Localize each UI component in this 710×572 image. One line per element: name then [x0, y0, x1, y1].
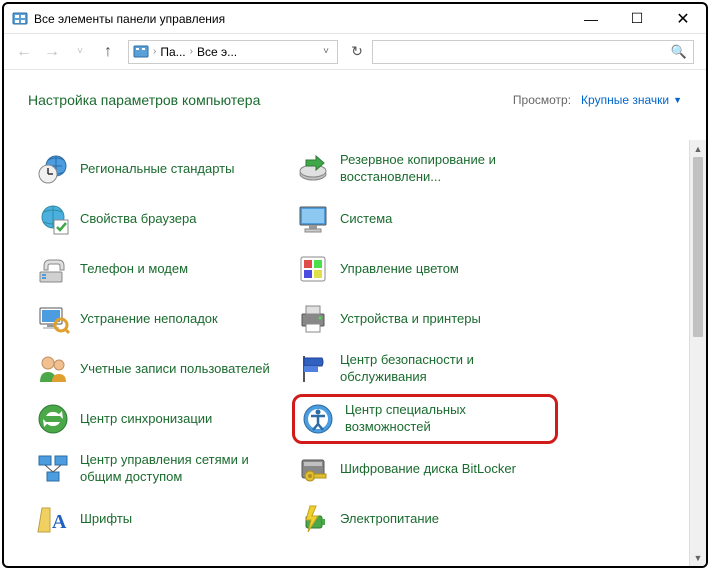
- chevron-right-icon: ›: [151, 46, 158, 57]
- users-icon: [36, 352, 70, 386]
- flag-icon: [296, 352, 330, 386]
- chevron-down-icon: ▼: [673, 95, 682, 105]
- item-label: Система: [340, 211, 392, 228]
- scroll-down-button[interactable]: ▼: [690, 549, 706, 566]
- item-security-maintenance[interactable]: Центр безопасности и обслуживания: [292, 344, 552, 394]
- item-label: Свойства браузера: [80, 211, 196, 228]
- maximize-button[interactable]: ☐: [614, 4, 660, 33]
- breadcrumb-1[interactable]: Па...: [158, 45, 187, 59]
- item-system[interactable]: Система: [292, 194, 552, 244]
- item-label: Центр управления сетями и общим доступом: [80, 452, 280, 486]
- back-button[interactable]: ←: [10, 38, 38, 66]
- up-button[interactable]: ↑: [94, 38, 122, 66]
- item-label: Учетные записи пользователей: [80, 361, 270, 378]
- item-label: Региональные стандарты: [80, 161, 234, 178]
- troubleshoot-icon: [36, 302, 70, 336]
- item-phone-modem[interactable]: Телефон и модем: [32, 244, 292, 294]
- item-ease-of-access[interactable]: Центр специальных возможностей: [292, 394, 558, 444]
- clock-globe-icon: [36, 152, 70, 186]
- item-bitlocker[interactable]: Шифрование диска BitLocker: [292, 444, 552, 494]
- window-title: Все элементы панели управления: [34, 12, 568, 26]
- item-internet-options[interactable]: Свойства браузера: [32, 194, 292, 244]
- item-devices-printers[interactable]: Устройства и принтеры: [292, 294, 552, 344]
- ease-access-icon: [301, 402, 335, 436]
- bitlocker-icon: [296, 452, 330, 486]
- item-network-sharing[interactable]: Центр управления сетями и общим доступом: [32, 444, 292, 494]
- item-user-accounts[interactable]: Учетные записи пользователей: [32, 344, 292, 394]
- view-value: Крупные значки: [581, 93, 669, 107]
- monitor-icon: [296, 202, 330, 236]
- recent-button[interactable]: ˅: [66, 38, 94, 66]
- item-color-management[interactable]: Управление цветом: [292, 244, 552, 294]
- minimize-button[interactable]: —: [568, 4, 614, 33]
- item-label: Телефон и модем: [80, 261, 188, 278]
- globe-check-icon: [36, 202, 70, 236]
- scroll-track[interactable]: [690, 337, 706, 549]
- fonts-icon: A: [36, 502, 70, 536]
- navbar: ← → ˅ ↑ › Па... › Все э... ˅ ↻ 🔍: [4, 34, 706, 70]
- search-box[interactable]: 🔍: [372, 40, 694, 64]
- view-label: Просмотр:: [513, 93, 571, 107]
- scroll-thumb[interactable]: [693, 157, 703, 337]
- item-power-options[interactable]: Электропитание: [292, 494, 552, 544]
- titlebar: Все элементы панели управления — ☐ ✕: [4, 4, 706, 34]
- refresh-button[interactable]: ↻: [344, 40, 370, 64]
- item-label: Устранение неполадок: [80, 311, 218, 328]
- address-dropdown-icon[interactable]: ˅: [319, 46, 333, 57]
- close-button[interactable]: ✕: [660, 4, 706, 33]
- power-icon: [296, 502, 330, 536]
- item-label: Центр безопасности и обслуживания: [340, 352, 540, 386]
- item-label: Центр специальных возможностей: [345, 402, 545, 436]
- printer-icon: [296, 302, 330, 336]
- phone-modem-icon: [36, 252, 70, 286]
- vertical-scrollbar[interactable]: ▲ ▼: [689, 140, 706, 566]
- item-backup-restore[interactable]: Резервное копирование и восстановлени...: [292, 144, 552, 194]
- address-bar[interactable]: › Па... › Все э... ˅: [128, 40, 338, 64]
- item-label: Резервное копирование и восстановлени...: [340, 152, 540, 186]
- item-label: Устройства и принтеры: [340, 311, 481, 328]
- search-input[interactable]: [379, 45, 671, 59]
- view-selector[interactable]: Крупные значки ▼: [581, 93, 682, 107]
- search-icon: 🔍: [671, 44, 687, 60]
- item-regional-settings[interactable]: Региональные стандарты: [32, 144, 292, 194]
- item-label: Центр синхронизации: [80, 411, 212, 428]
- address-icon: [133, 44, 149, 60]
- item-label: Шифрование диска BitLocker: [340, 461, 516, 478]
- backup-icon: [296, 152, 330, 186]
- chevron-right-icon: ›: [188, 46, 195, 57]
- item-fonts[interactable]: A Шрифты: [32, 494, 292, 544]
- forward-button[interactable]: →: [38, 38, 66, 66]
- svg-text:A: A: [52, 511, 67, 533]
- network-icon: [36, 452, 70, 486]
- control-panel-icon: [12, 11, 28, 27]
- scroll-up-button[interactable]: ▲: [690, 140, 706, 157]
- items-grid: Региональные стандарты Резервное копиров…: [4, 140, 689, 566]
- item-sync-center[interactable]: Центр синхронизации: [32, 394, 292, 444]
- item-troubleshooting[interactable]: Устранение неполадок: [32, 294, 292, 344]
- breadcrumb-2[interactable]: Все э...: [195, 45, 239, 59]
- content-header: Настройка параметров компьютера Просмотр…: [4, 70, 706, 118]
- sync-icon: [36, 402, 70, 436]
- page-title: Настройка параметров компьютера: [28, 92, 513, 108]
- color-palette-icon: [296, 252, 330, 286]
- item-label: Управление цветом: [340, 261, 459, 278]
- item-label: Шрифты: [80, 511, 132, 528]
- item-label: Электропитание: [340, 511, 439, 528]
